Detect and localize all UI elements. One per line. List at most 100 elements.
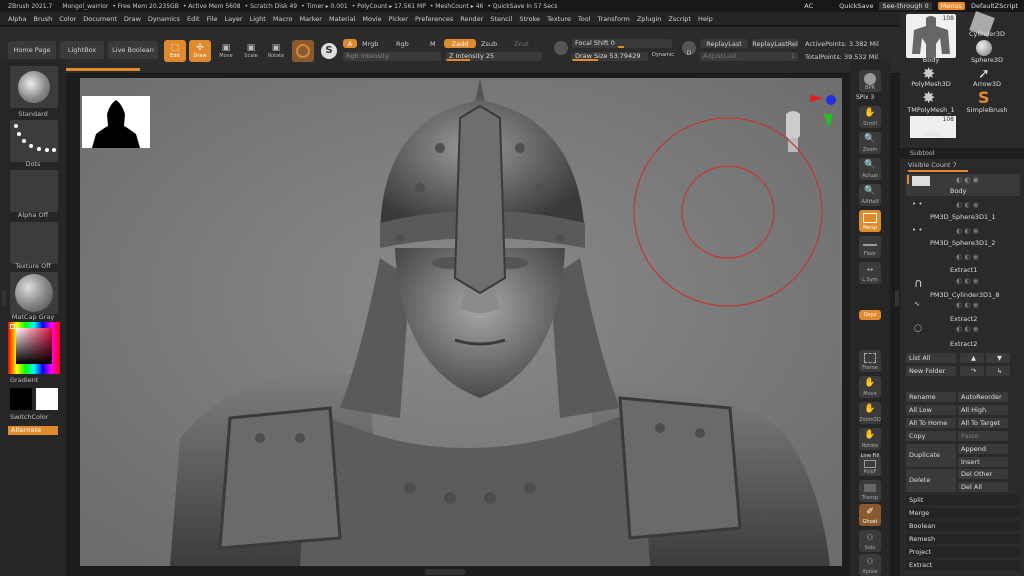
boolean-section[interactable]: Boolean	[906, 521, 1020, 531]
all-low-button[interactable]: All Low	[906, 405, 956, 415]
append-button[interactable]: Append	[958, 444, 1008, 454]
subtool-toggles-6[interactable]: ◐ ◐ ◉	[956, 325, 979, 333]
subtool-toggles-icon[interactable]: ◐ ◐ ◉	[956, 176, 979, 184]
bottom-tray-handle[interactable]	[425, 569, 465, 575]
zoom3d-button[interactable]: ✋ Zoom3D	[859, 402, 881, 424]
texture-thumbnail[interactable]	[10, 222, 58, 264]
simplebrush-icon[interactable]: S	[978, 88, 990, 107]
zadd-button[interactable]: Zadd	[444, 39, 476, 48]
menu-render[interactable]: Render	[460, 15, 483, 23]
sphere3d-icon[interactable]	[976, 40, 992, 56]
menu-picker[interactable]: Picker	[389, 15, 408, 23]
zsub-button[interactable]: Zsub	[481, 40, 497, 48]
menu-file[interactable]: File	[207, 15, 218, 23]
quicksave-button[interactable]: QuickSave	[839, 2, 873, 10]
copy-button[interactable]: Copy	[906, 431, 956, 441]
menu-layer[interactable]: Layer	[224, 15, 242, 23]
subtool-item-6[interactable]: ◯ ◐ ◐ ◉ Extract2	[906, 324, 1020, 348]
duplicate-button[interactable]: Duplicate	[906, 444, 956, 467]
ac-button[interactable]: AC	[804, 2, 813, 10]
xpose-button[interactable]: ⚇ Xpose	[859, 554, 881, 576]
tool-cylinder-label[interactable]: Cylinder3D	[962, 30, 1012, 38]
menu-draw[interactable]: Draw	[124, 15, 141, 23]
tool-tmpolymesh-label[interactable]: TMPolyMesh_1	[900, 106, 962, 114]
live-boolean-button[interactable]: Live Boolean	[108, 41, 158, 59]
subtool-header[interactable]: Subtool	[900, 148, 1024, 159]
draw-size-slider[interactable]: Draw Size 53.79429	[572, 52, 648, 61]
tool-polymesh-label[interactable]: PolyMesh3D	[906, 80, 956, 88]
tmpolymesh-icon[interactable]: ✸	[922, 88, 935, 107]
edit-mode-button[interactable]: ⬚ Edit	[164, 40, 186, 62]
project-section[interactable]: Project	[906, 547, 1020, 557]
tool-simplebrush-label[interactable]: SimpleBrush	[962, 106, 1012, 114]
del-other-button[interactable]: Del Other	[958, 469, 1008, 479]
alternate-button[interactable]: Alternate	[8, 426, 58, 435]
polyf-button[interactable]: Line Fill PolyF	[859, 453, 881, 476]
subtool-item-3[interactable]: ◐ ◐ ◉ Extract1	[906, 252, 1020, 276]
menu-alpha[interactable]: Alpha	[8, 15, 26, 23]
color-picker[interactable]	[8, 322, 60, 374]
ghost-button[interactable]: ✐ Ghost	[859, 504, 881, 526]
subtool-item-2[interactable]: • • ◐ ◐ ◉ PM3D_Sphere3D1_2	[906, 226, 1020, 248]
spix-slider[interactable]: SPix 3	[856, 94, 874, 101]
brush-thumbnail[interactable]	[10, 66, 58, 108]
rgb-button[interactable]: Rgb	[396, 40, 409, 48]
draw-mode-button[interactable]: ✢ Draw	[189, 40, 211, 62]
menu-light[interactable]: Light	[250, 15, 266, 23]
see-through-slider[interactable]: See-through 0	[879, 2, 932, 10]
frame-button[interactable]: Frame	[859, 350, 881, 372]
aahalf-button[interactable]: 🔍 AAHalf	[859, 184, 881, 206]
rotate-mode-button[interactable]: ▣ Rotate	[265, 40, 287, 62]
home-page-button[interactable]: Home Page	[8, 41, 56, 59]
qxyz-button[interactable]: Qxyz	[859, 310, 881, 320]
menu-marker[interactable]: Marker	[299, 15, 321, 23]
bpr-button[interactable]: BPR	[859, 70, 881, 92]
new-folder-button[interactable]: New Folder	[906, 366, 956, 376]
focal-shift-slider[interactable]: Focal Shift 0	[572, 39, 672, 48]
zcut-button[interactable]: Zcut	[514, 40, 529, 48]
menus-button[interactable]: Menus	[937, 2, 965, 10]
menu-movie[interactable]: Movie	[362, 15, 381, 23]
subtool-toggles-3[interactable]: ◐ ◐ ◉	[956, 253, 979, 261]
color-square[interactable]	[16, 328, 52, 364]
menu-tool[interactable]: Tool	[578, 15, 591, 23]
canvas-viewport[interactable]	[80, 78, 842, 566]
move-view-button[interactable]: ✋ Move	[859, 376, 881, 398]
tool-arrow-label[interactable]: Arrow3D	[962, 80, 1012, 88]
transp-button[interactable]: Transp	[859, 480, 881, 502]
right-tray-handle[interactable]	[895, 290, 899, 306]
visible-count-slider[interactable]: Visible Count 7	[908, 161, 957, 169]
menu-zscript[interactable]: Zscript	[668, 15, 691, 23]
subtool-toggles-2[interactable]: ◐ ◐ ◉	[956, 227, 979, 235]
menu-stroke[interactable]: Stroke	[519, 15, 540, 23]
subtool-item-1[interactable]: • • ◐ ◐ ◉ PM3D_Sphere3D1_1	[906, 200, 1020, 222]
menu-help[interactable]: Help	[698, 15, 713, 23]
menu-preferences[interactable]: Preferences	[415, 15, 453, 23]
a-button[interactable]: A	[343, 39, 357, 48]
delete-button[interactable]: Delete	[906, 469, 956, 492]
split-section[interactable]: Split	[906, 495, 1020, 505]
rotate-view-button[interactable]: ✋ Rotate	[859, 428, 881, 450]
material-thumbnail[interactable]	[10, 272, 58, 314]
current-tool-thumb[interactable]: 108	[906, 14, 956, 58]
floor-button[interactable]: Floor	[859, 236, 881, 258]
switch-color-button[interactable]: SwitchColor	[10, 413, 48, 421]
extract-section[interactable]: Extract	[906, 560, 1020, 570]
del-all-button[interactable]: Del All	[958, 482, 1008, 492]
autoreorder-button[interactable]: AutoReorder	[958, 392, 1008, 402]
replay-last-rel-button[interactable]: ReplayLastRel	[752, 39, 798, 48]
actual-button[interactable]: 🔍 Actual	[859, 158, 881, 180]
dynamic-button[interactable]: Dynamic	[652, 52, 674, 58]
merge-section[interactable]: Merge	[906, 508, 1020, 518]
left-tray-handle[interactable]	[2, 290, 6, 306]
move-up-button[interactable]: ▲	[960, 353, 984, 363]
menu-document[interactable]: Document	[83, 15, 117, 23]
tool-body-label[interactable]: Body	[906, 56, 956, 64]
scroll-button[interactable]: ✋ Scroll	[859, 106, 881, 128]
replay-last-button[interactable]: ReplayLast	[700, 39, 748, 48]
rename-button[interactable]: Rename	[906, 392, 956, 402]
all-to-home-button[interactable]: All To Home	[906, 418, 956, 428]
subtool-item-5[interactable]: ∿ ◐ ◐ ◉ Extract2	[906, 300, 1020, 324]
remesh-section[interactable]: Remesh	[906, 534, 1020, 544]
stroke-thumbnail[interactable]	[10, 120, 58, 162]
